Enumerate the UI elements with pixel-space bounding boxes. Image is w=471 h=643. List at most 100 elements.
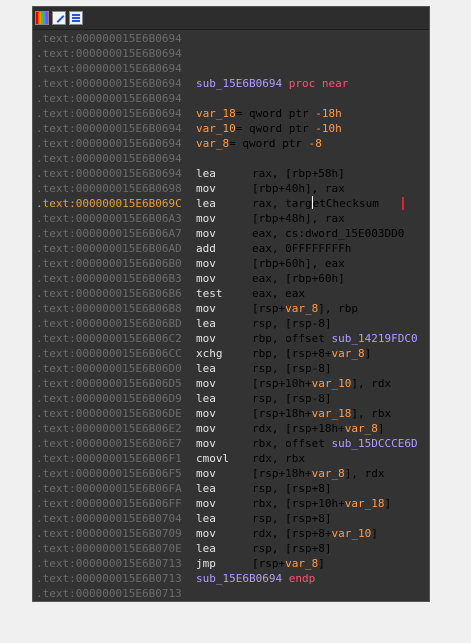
listing-row[interactable]: .text:000000015E6B06FF mov rbx, [rsp+10h+ v… xyxy=(36,496,429,511)
mnemonic: mov xyxy=(196,437,216,450)
mnemonic: lea xyxy=(196,512,216,525)
listing-row[interactable]: .text:000000015E6B0694 xyxy=(36,46,429,61)
colors-icon[interactable] xyxy=(35,11,49,25)
mnemonic: lea xyxy=(196,542,216,555)
keyword-token: proc near xyxy=(288,77,349,90)
variable-token[interactable]: -18h xyxy=(315,106,342,121)
variable-token[interactable]: var_8 xyxy=(331,346,364,361)
edit-icon[interactable] xyxy=(52,11,66,25)
listing-row[interactable]: .text:000000015E6B06A7 mov eax, cs:dword_1… xyxy=(36,226,429,241)
variable-token[interactable]: var_18 xyxy=(312,406,352,421)
listing-row[interactable]: .text:000000015E6B0694 sub_15E6B0694 proc… xyxy=(36,76,429,91)
listing-row-current[interactable]: .text:000000015E6B069C lea rax, targ etChec… xyxy=(36,196,429,211)
listing-row[interactable]: .text:000000015E6B0713 sub_15E6B0694 endp xyxy=(36,571,429,586)
listing-row[interactable]: .text:000000015E6B06D5 mov [rsp+10h+ var_10… xyxy=(36,376,429,391)
variable-token[interactable]: var_18 xyxy=(196,106,236,121)
variable-token[interactable]: var_10 xyxy=(331,526,371,541)
token-text: ], rbp xyxy=(318,302,358,315)
function-name[interactable]: sub_15E6B0694 xyxy=(196,76,289,91)
listing-row[interactable]: .text:000000015E6B0709 mov rdx, [rsp+8+ var… xyxy=(36,526,429,541)
listing-row[interactable]: .text:000000015E6B0713 jmp [rsp+ var_8] xyxy=(36,556,429,571)
listing-row[interactable]: .text:000000015E6B06FA lea rsp, [rsp+8] xyxy=(36,481,429,496)
variable-token[interactable]: var_8 xyxy=(312,466,345,481)
address: .text:000000015E6B06A7 xyxy=(36,227,182,240)
listing-row[interactable]: .text:000000015E6B0694 xyxy=(36,151,429,166)
operands: rax, targ etChecksum xyxy=(252,196,379,211)
listing-row[interactable]: .text:000000015E6B0694 xyxy=(36,61,429,76)
token-text: rsp, [rsp+8] xyxy=(252,482,332,495)
variable-token[interactable]: var_10 xyxy=(312,376,352,391)
listing-row[interactable]: .text:000000015E6B06B0 mov [rbp+60h], eax xyxy=(36,256,429,271)
token-text: = qword ptr xyxy=(235,122,316,135)
listing-row[interactable]: .text:000000015E6B06DE mov [rsp+18h+ var_18… xyxy=(36,406,429,421)
listing-row[interactable]: .text:000000015E6B06E7 mov rbx, offset sub… xyxy=(36,436,429,451)
mnemonic: lea xyxy=(196,317,216,330)
listing-row[interactable]: .text:000000015E6B06F5 mov [rsp+18h+ var_8]… xyxy=(36,466,429,481)
operands: rbp, offset sub_14219FDC0 xyxy=(252,331,418,346)
listing-row[interactable]: .text:000000015E6B0698 mov [rbp+40h], rax xyxy=(36,181,429,196)
token-text: = qword ptr xyxy=(235,107,316,120)
token-text: ] xyxy=(377,422,385,435)
address: .text:000000015E6B0694 xyxy=(36,122,182,135)
listing-row[interactable]: .text:000000015E6B06B3 mov eax, [rbp+60h] xyxy=(36,271,429,286)
listing-row[interactable]: .text:000000015E6B06BD lea rsp, [rsp-8] xyxy=(36,316,429,331)
listing-row[interactable]: .text:000000015E6B0694 lea rax, [rbp+58h] xyxy=(36,166,429,181)
listing-row[interactable]: .text:000000015E6B0713 xyxy=(36,586,429,601)
address: .text:000000015E6B06FA xyxy=(36,482,182,495)
variable-token[interactable]: -10h xyxy=(315,121,342,136)
mnemonic: mov xyxy=(196,497,216,510)
function-name[interactable]: sub_15E6B0694 xyxy=(196,571,289,586)
address: .text:000000015E6B06C2 xyxy=(36,332,182,345)
mnemonic: xchg xyxy=(196,347,223,360)
listing-row[interactable]: .text:000000015E6B06AD add eax, 0FFFFFFFFh xyxy=(36,241,429,256)
token-text: ], rdx xyxy=(351,377,392,390)
variable-token[interactable]: var_8 xyxy=(345,421,378,436)
token-text: [rsp+ xyxy=(252,302,286,315)
listing-row[interactable]: .text:000000015E6B06D9 lea rsp, [rsp-8] xyxy=(36,391,429,406)
address: .text:000000015E6B06DE xyxy=(36,407,182,420)
address: .text:000000015E6B0713 xyxy=(36,587,182,600)
declaration: var_10 = qword ptr -10h xyxy=(196,121,342,136)
declaration: sub_15E6B0694 proc near xyxy=(196,76,348,91)
symbol-token[interactable]: sub_15DCCCE6D xyxy=(331,436,417,451)
variable-token[interactable]: -8 xyxy=(309,136,322,151)
operands: eax, eax xyxy=(252,286,305,301)
address: .text:000000015E6B0694 xyxy=(36,62,182,75)
listing-row[interactable]: .text:000000015E6B06B8 mov [rsp+ var_8], rb… xyxy=(36,301,429,316)
mnemonic: cmovl xyxy=(196,452,230,465)
disassembly-window: .text:000000015E6B0694 .text:000000015E6B… xyxy=(32,6,430,602)
listing-row[interactable]: .text:000000015E6B0694 var_8 = qword ptr -… xyxy=(36,136,429,151)
variable-token[interactable]: var_8 xyxy=(285,556,318,571)
listing-row[interactable]: .text:000000015E6B070E lea rsp, [rsp+8] xyxy=(36,541,429,556)
listing-row[interactable]: .text:000000015E6B0694 var_18 = qword ptr … xyxy=(36,106,429,121)
listing-row[interactable]: .text:000000015E6B06C2 mov rbp, offset sub… xyxy=(36,331,429,346)
disassembly-listing[interactable]: .text:000000015E6B0694 .text:000000015E6B… xyxy=(33,30,429,601)
token-text: rax, targ xyxy=(252,197,312,210)
variable-token[interactable]: var_8 xyxy=(196,136,229,151)
listing-row[interactable]: .text:000000015E6B0704 lea rsp, [rsp+8] xyxy=(36,511,429,526)
token-text: ] xyxy=(318,557,325,570)
mnemonic: mov xyxy=(196,182,216,195)
variable-token[interactable]: var_10 xyxy=(196,121,236,136)
listing-row[interactable]: .text:000000015E6B06D0 lea rsp, [rsp-8] xyxy=(36,361,429,376)
address: .text:000000015E6B0698 xyxy=(36,182,182,195)
operands: [rsp+10h+ var_10], rdx xyxy=(252,376,391,391)
variable-token[interactable]: var_18 xyxy=(345,496,385,511)
variable-token[interactable]: var_8 xyxy=(285,301,318,316)
listing-row[interactable]: .text:000000015E6B0694 xyxy=(36,91,429,106)
listing-row[interactable]: .text:000000015E6B0694 xyxy=(36,31,429,46)
token-text: rsp, [rsp+8] xyxy=(252,512,332,525)
address: .text:000000015E6B06BD xyxy=(36,317,182,330)
address: .text:000000015E6B06B0 xyxy=(36,257,182,270)
graph-view-icon[interactable] xyxy=(69,11,83,25)
operands: rdx, rbx xyxy=(252,451,305,466)
listing-row[interactable]: .text:000000015E6B06E2 mov rdx, [rsp+18h+ v… xyxy=(36,421,429,436)
listing-row[interactable]: .text:000000015E6B06B6 test eax, eax xyxy=(36,286,429,301)
symbol-token[interactable]: sub_14219FDC0 xyxy=(331,331,417,346)
listing-row[interactable]: .text:000000015E6B06F1 cmovl rdx, rbx xyxy=(36,451,429,466)
operands: rsp, [rsp+8] xyxy=(252,511,331,526)
listing-row[interactable]: .text:000000015E6B0694 var_10 = qword ptr … xyxy=(36,121,429,136)
address: .text:000000015E6B06B3 xyxy=(36,272,182,285)
listing-row[interactable]: .text:000000015E6B06A3 mov [rbp+48h], rax xyxy=(36,211,429,226)
listing-row[interactable]: .text:000000015E6B06CC xchg rbp, [rsp+8+ va… xyxy=(36,346,429,361)
